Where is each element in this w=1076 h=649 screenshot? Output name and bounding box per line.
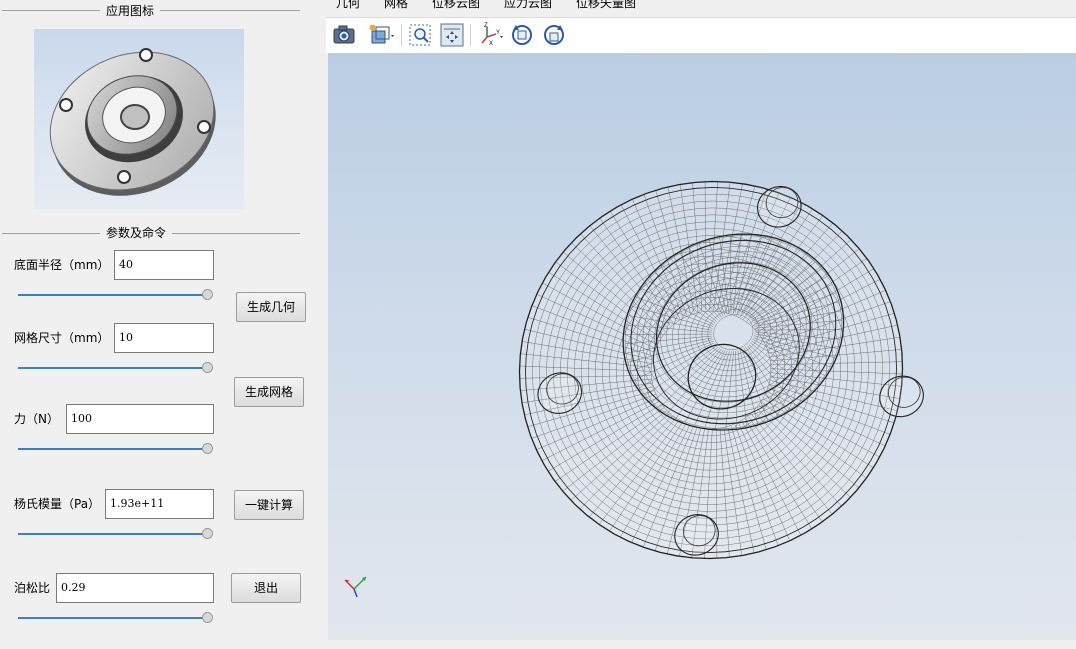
icon-group-title: 应用图标 <box>100 3 161 19</box>
poisson-ratio-slider[interactable] <box>18 617 208 619</box>
youngs-modulus-label: 杨氏模量（Pa） <box>14 497 101 511</box>
tab-displacement-contour[interactable]: 位移云图 <box>432 0 480 11</box>
viewport-bottom-border <box>326 640 1076 649</box>
axis-triad-icon <box>344 576 367 598</box>
svg-text:Z: Z <box>484 23 488 29</box>
exit-button[interactable]: 退出 <box>231 573 301 603</box>
youngs-modulus-slider-knob[interactable] <box>202 528 213 539</box>
force-slider-knob[interactable] <box>202 443 213 454</box>
toolbar-separator <box>401 24 402 46</box>
generate-geometry-button[interactable]: 生成几何 <box>236 292 306 322</box>
compute-button[interactable]: 一键计算 <box>234 490 304 520</box>
fit-all-icon[interactable] <box>439 22 465 48</box>
svg-text:X: X <box>489 41 493 47</box>
force-input[interactable]: 100 <box>66 404 214 434</box>
generate-mesh-button[interactable]: 生成网格 <box>234 377 304 407</box>
params-group-title: 参数及命令 <box>100 225 173 241</box>
mesh-size-input[interactable]: 10 <box>114 323 214 353</box>
zoom-box-icon[interactable] <box>407 22 433 48</box>
youngs-modulus-slider[interactable] <box>18 533 208 535</box>
viewer-toolbar: Z Y X <box>326 17 1076 53</box>
youngs-modulus-input[interactable]: 1.93e+11 <box>105 489 214 519</box>
force-label: 力（N） <box>14 412 59 426</box>
poisson-ratio-slider-knob[interactable] <box>202 612 213 623</box>
toolbar-separator <box>470 24 471 46</box>
svg-text:Y: Y <box>496 30 500 36</box>
display-mode-icon[interactable] <box>368 22 394 48</box>
tab-geometry[interactable]: 几何 <box>336 0 360 11</box>
tab-mesh[interactable]: 网格 <box>384 0 408 11</box>
rotate-right-icon[interactable] <box>541 22 567 48</box>
camera-icon[interactable] <box>331 22 357 48</box>
force-slider[interactable] <box>18 448 208 450</box>
mesh-size-slider[interactable] <box>18 367 208 369</box>
radius-input[interactable]: 40 <box>114 250 214 280</box>
radius-slider-knob[interactable] <box>202 289 213 300</box>
tab-displacement-vector[interactable]: 位移矢量图 <box>576 0 636 11</box>
3d-viewport[interactable] <box>328 53 1076 640</box>
radius-slider[interactable] <box>18 294 208 296</box>
view-tab-bar: 几何 网格 位移云图 应力云图 位移矢量图 <box>326 0 1076 16</box>
tab-stress-contour[interactable]: 应力云图 <box>504 0 552 11</box>
poisson-ratio-label: 泊松比 <box>14 581 51 595</box>
rotate-left-icon[interactable] <box>509 22 535 48</box>
mesh-size-slider-knob[interactable] <box>202 362 213 373</box>
app-icon-image <box>34 29 244 209</box>
radius-label: 底面半径（mm） <box>14 258 110 272</box>
mesh-size-label: 网格尺寸（mm） <box>14 331 110 345</box>
mesh-model <box>518 180 924 560</box>
axes-icon[interactable]: Z Y X <box>477 22 503 48</box>
poisson-ratio-input[interactable]: 0.29 <box>56 573 214 603</box>
